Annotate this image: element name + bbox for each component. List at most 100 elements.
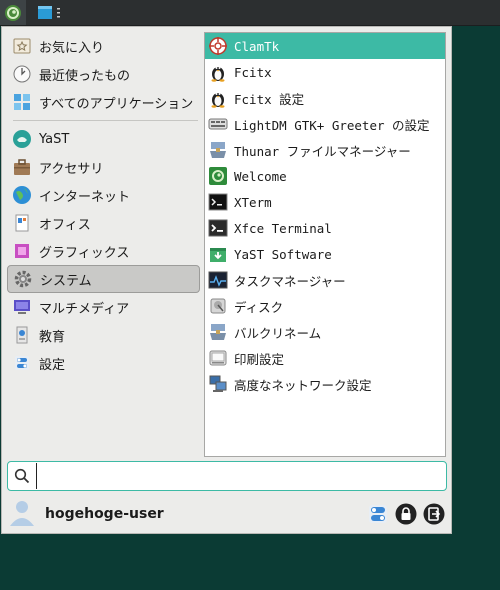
top-panel [0, 0, 500, 26]
app-task-manager[interactable]: タスクマネージャー [205, 267, 445, 293]
app-thunar[interactable]: Thunar ファイルマネージャー [205, 137, 445, 163]
app-label: Xfce Terminal [234, 220, 332, 236]
app-clamtk[interactable]: ClamTk [205, 33, 445, 59]
lock-screen-button[interactable] [395, 503, 417, 525]
category-label: マルチメディア [39, 301, 130, 317]
category-education[interactable]: 教育 [7, 321, 200, 349]
category-office[interactable]: オフィス [7, 209, 200, 237]
clamtk-icon [207, 35, 229, 57]
clock-icon [11, 63, 33, 85]
app-yast-software[interactable]: YaST Software [205, 241, 445, 267]
category-yast[interactable]: YaST [7, 125, 200, 153]
app-label: バルクリネーム [234, 325, 322, 341]
multimedia-icon [11, 296, 33, 318]
disk-icon [207, 295, 229, 317]
terminal-icon [207, 217, 229, 239]
app-disks[interactable]: ディスク [205, 293, 445, 319]
category-system[interactable]: システム [7, 265, 200, 293]
thunar-icon [207, 139, 229, 161]
app-fcitx[interactable]: Fcitx [205, 59, 445, 85]
category-label: YaST [39, 131, 70, 147]
category-label: アクセサリ [39, 161, 104, 177]
education-icon [11, 324, 33, 346]
all-apps-icon [11, 91, 33, 113]
search-input[interactable] [36, 463, 436, 489]
app-label: LightDM GTK+ Greeter の設定 [234, 117, 430, 133]
app-print-settings[interactable]: 印刷設定 [205, 345, 445, 371]
app-label: ClamTk [234, 38, 280, 54]
category-accessories[interactable]: アクセサリ [7, 153, 200, 181]
bulk-rename-icon [207, 321, 229, 343]
footer-actions [367, 503, 445, 525]
search-icon [8, 468, 36, 484]
category-label: すべてのアプリケーション [39, 96, 194, 112]
logout-icon [423, 503, 445, 525]
app-label: Welcome [234, 168, 287, 184]
application-menu: お気に入り 最近使ったもの すべてのアプリケーション YaST アクセサリ イン… [1, 26, 452, 534]
tux-icon [207, 87, 229, 109]
app-advanced-network-settings[interactable]: 高度なネットワーク設定 [205, 371, 445, 397]
category-label: 設定 [39, 357, 66, 373]
app-welcome[interactable]: Welcome [205, 163, 445, 189]
category-settings[interactable]: 設定 [7, 349, 200, 377]
tux-icon [207, 61, 229, 83]
app-label: 高度なネットワーク設定 [234, 377, 372, 393]
app-fcitx-settings[interactable]: Fcitx 設定 [205, 85, 445, 111]
category-multimedia[interactable]: マルチメディア [7, 293, 200, 321]
separator [13, 120, 198, 121]
lightdm-icon [207, 113, 229, 135]
app-label: Fcitx [234, 64, 272, 80]
category-label: グラフィックス [39, 245, 130, 261]
window-icon [38, 5, 60, 19]
xterm-icon [207, 191, 229, 213]
category-all-apps[interactable]: すべてのアプリケーション [7, 88, 200, 116]
app-label: Thunar ファイルマネージャー [234, 143, 411, 159]
settings-icon [369, 505, 387, 523]
app-xterm[interactable]: XTerm [205, 189, 445, 215]
menu-footer: hogehoge-user [7, 498, 447, 530]
app-lightdm-greeter-settings[interactable]: LightDM GTK+ Greeter の設定 [205, 111, 445, 137]
graphics-icon [11, 240, 33, 262]
app-bulk-rename[interactable]: バルクリネーム [205, 319, 445, 345]
welcome-icon [207, 165, 229, 187]
app-label: 印刷設定 [234, 351, 285, 367]
username: hogehoge-user [45, 506, 164, 522]
app-label: タスクマネージャー [234, 273, 346, 289]
search-bar [7, 461, 447, 491]
category-label: 最近使ったもの [39, 68, 131, 84]
lock-icon [395, 503, 417, 525]
printer-icon [207, 347, 229, 369]
gear-icon [12, 268, 34, 290]
category-label: 教育 [39, 329, 66, 345]
yast-software-icon [207, 243, 229, 265]
app-label: YaST Software [234, 246, 332, 262]
category-label: オフィス [39, 217, 91, 233]
network-icon [207, 373, 229, 395]
category-internet[interactable]: インターネット [7, 181, 200, 209]
task-manager-icon [207, 269, 229, 291]
app-xfce-terminal[interactable]: Xfce Terminal [205, 215, 445, 241]
yast-icon [11, 128, 33, 150]
taskbar-window-button[interactable] [38, 5, 62, 20]
category-recent[interactable]: 最近使ったもの [7, 60, 200, 88]
category-list: お気に入り 最近使ったもの すべてのアプリケーション YaST アクセサリ イン… [7, 32, 200, 377]
logout-button[interactable] [423, 503, 445, 525]
category-favorites[interactable]: お気に入り [7, 32, 200, 60]
accessories-icon [11, 156, 33, 178]
category-label: インターネット [39, 189, 131, 205]
globe-icon [11, 184, 33, 206]
category-graphics[interactable]: グラフィックス [7, 237, 200, 265]
app-label: XTerm [234, 194, 272, 210]
settings-icon [11, 352, 33, 374]
avatar [7, 497, 37, 531]
whisker-menu-button[interactable] [0, 0, 26, 25]
settings-button[interactable] [367, 503, 389, 525]
favorites-icon [11, 35, 33, 57]
app-label: ディスク [234, 299, 284, 315]
opensuse-menu-icon [5, 4, 21, 21]
category-label: システム [40, 273, 92, 289]
category-label: お気に入り [39, 40, 105, 56]
app-label: Fcitx 設定 [234, 91, 305, 107]
office-icon [11, 212, 33, 234]
application-list: ClamTk Fcitx Fcitx 設定 LightDM GTK+ Greet… [204, 32, 446, 457]
